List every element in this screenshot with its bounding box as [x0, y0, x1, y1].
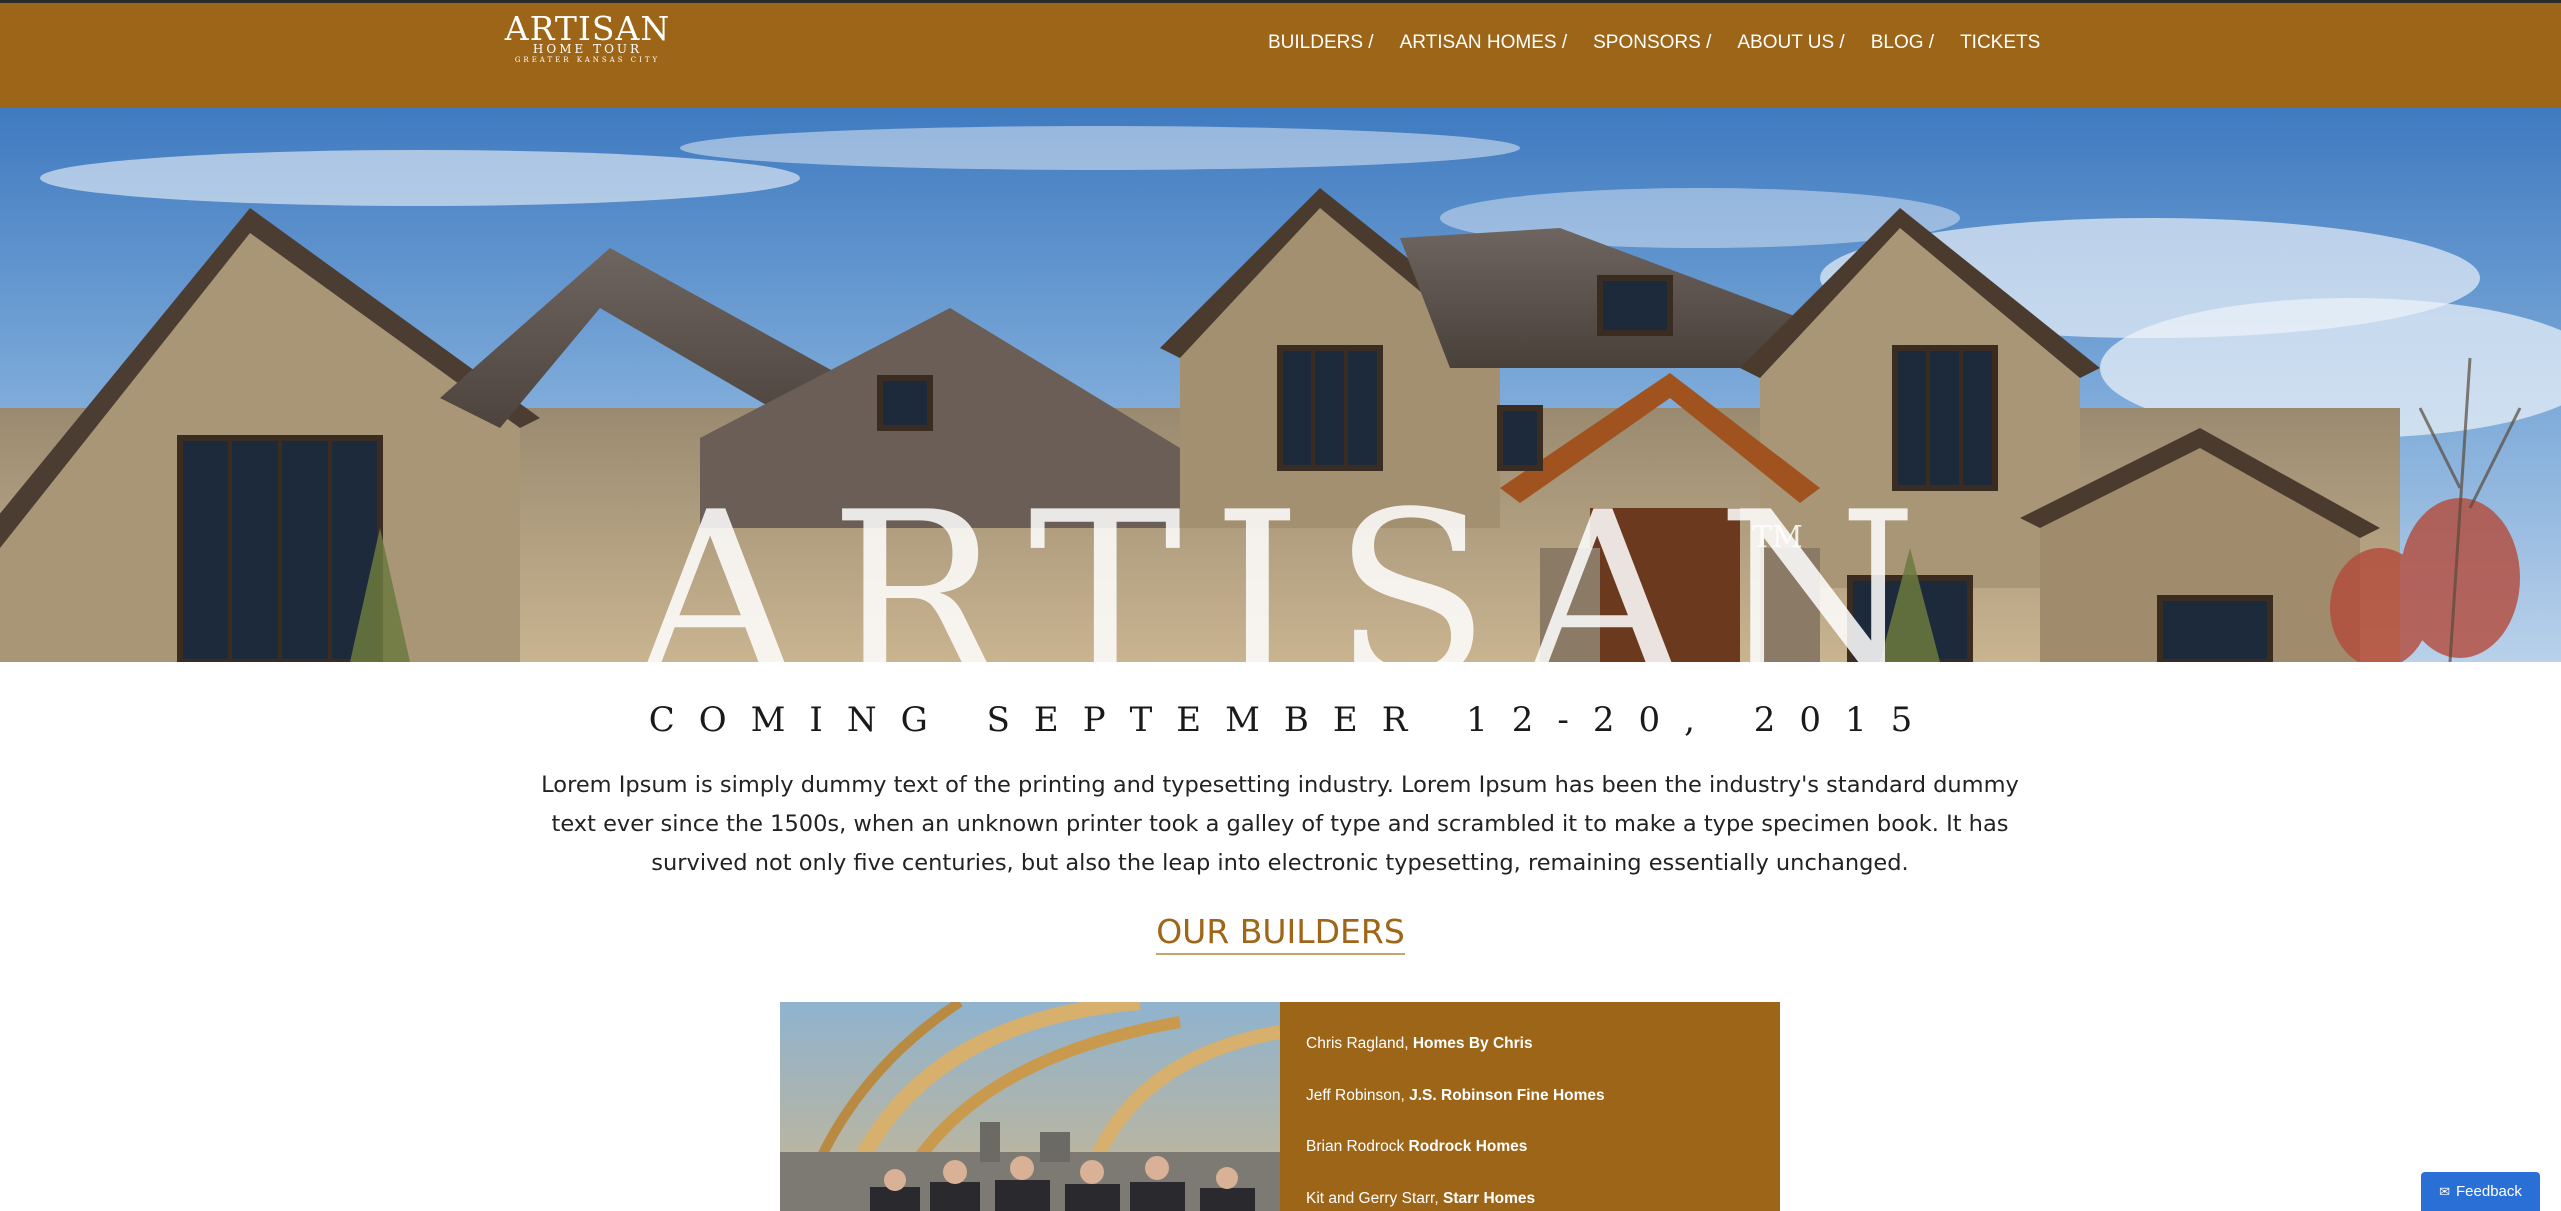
trademark-mark: TM — [1752, 520, 1803, 555]
intro-paragraph: Lorem Ipsum is simply dummy text of the … — [541, 772, 2019, 876]
builders-heading-wrap: OUR BUILDERS — [0, 912, 2561, 955]
builder-person: Chris Ragland, — [1306, 1035, 1409, 1052]
nav-about-us[interactable]: ABOUT US / — [1737, 32, 1844, 54]
nav-builders[interactable]: BUILDERS / — [1268, 32, 1374, 54]
builder-person: Jeff Robinson, — [1306, 1086, 1405, 1104]
builder-row: Jeff Robinson, J.S. Robinson Fine Homes — [1306, 1086, 1780, 1138]
site-header: ARTISAN HOME TOUR GREATER KANSAS CITY BU… — [0, 0, 2561, 108]
feedback-button[interactable]: ✉ Feedback — [2421, 1172, 2540, 1211]
builder-row: Chris Ragland, Homes By Chris — [1306, 1034, 1780, 1086]
builder-row: Brian Rodrock Rodrock Homes — [1306, 1137, 1780, 1189]
hero-banner: ARTISAN TM — [0, 108, 2561, 662]
builders-group-photo — [780, 1002, 1280, 1211]
builders-photo-image — [780, 1002, 1280, 1211]
builder-company[interactable]: Starr Homes — [1443, 1190, 1535, 1207]
builders-list: Chris Ragland, Homes By Chris Jeff Robin… — [1280, 1002, 1780, 1211]
nav-artisan-homes[interactable]: ARTISAN HOMES / — [1400, 32, 1568, 54]
builder-company[interactable]: J.S. Robinson Fine Homes — [1409, 1087, 1605, 1104]
builder-company[interactable]: Homes By Chris — [1413, 1035, 1533, 1052]
event-dates-heading: COMING SEPTEMBER 12-20, 2015 — [648, 700, 1937, 740]
hero-title: ARTISAN — [633, 464, 1948, 663]
main-nav: BUILDERS / ARTISAN HOMES / SPONSORS / AB… — [1268, 31, 2040, 55]
builder-person: Brian Rodrock — [1306, 1138, 1405, 1155]
logo-title: ARTISAN — [504, 13, 671, 41]
builder-company[interactable]: Rodrock Homes — [1409, 1138, 1528, 1155]
builder-row: Kit and Gerry Starr, Starr Homes — [1306, 1189, 1780, 1211]
feedback-label: Feedback — [2456, 1183, 2522, 1200]
artisan-home-tour-logo[interactable]: ARTISAN HOME TOUR GREATER KANSAS CITY — [500, 13, 675, 69]
our-builders-heading: OUR BUILDERS — [1156, 912, 1405, 955]
chat-bubble-icon: ✉ — [2439, 1183, 2451, 1199]
logo-subtitle: HOME TOUR — [532, 42, 643, 56]
logo-region: GREATER KANSAS CITY — [514, 56, 661, 64]
nav-tickets[interactable]: TICKETS — [1960, 32, 2040, 54]
builder-person: Kit and Gerry Starr, — [1306, 1189, 1439, 1207]
builders-panel: Chris Ragland, Homes By Chris Jeff Robin… — [780, 1002, 1780, 1211]
nav-sponsors[interactable]: SPONSORS / — [1593, 32, 1711, 54]
nav-blog[interactable]: BLOG / — [1871, 32, 1934, 54]
